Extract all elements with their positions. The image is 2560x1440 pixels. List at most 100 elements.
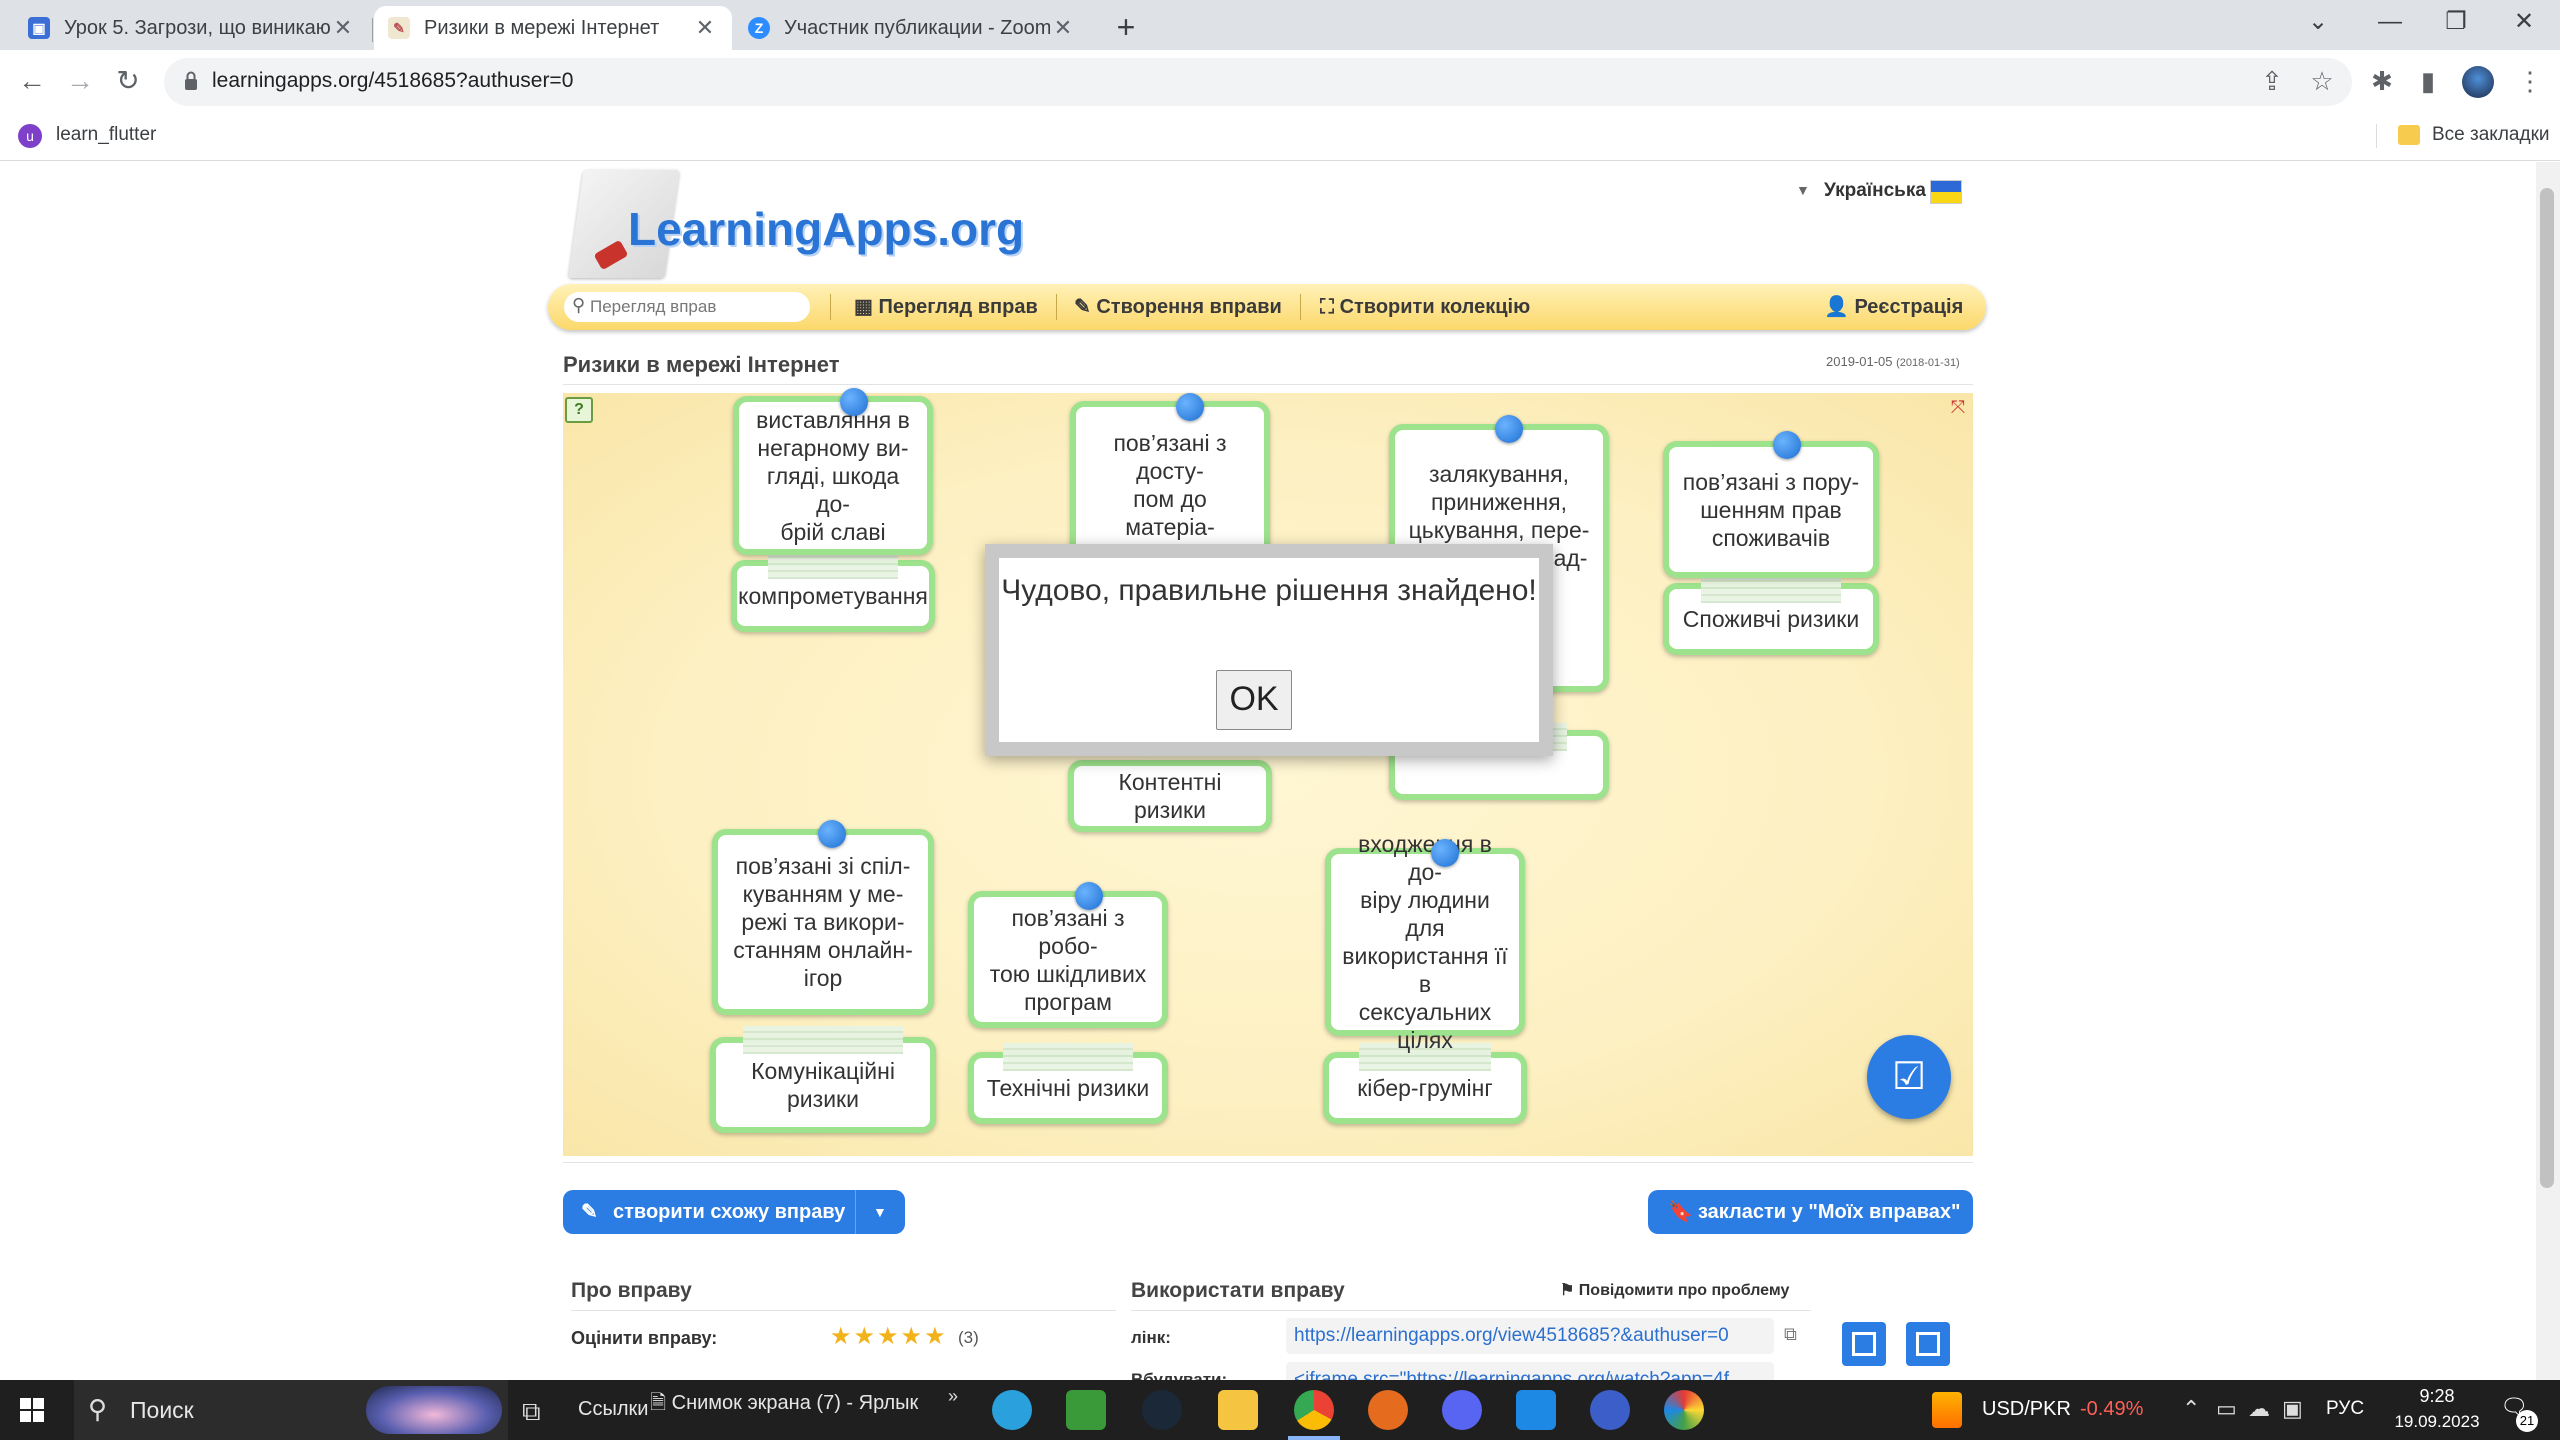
file-explorer-icon[interactable] bbox=[1218, 1390, 1258, 1430]
bookmark-exercise-button[interactable]: 🔖 закласти у "Моїх вправах" bbox=[1648, 1190, 1973, 1234]
site-logo[interactable]: LearningApps.org bbox=[628, 202, 1024, 256]
profile-avatar[interactable] bbox=[2462, 66, 2494, 98]
close-tab-icon[interactable]: ✕ bbox=[692, 15, 718, 41]
currency-pair[interactable]: USD/PKR bbox=[1982, 1398, 2071, 1421]
new-tab-button[interactable]: + bbox=[1108, 10, 1144, 46]
side-panel-icon[interactable]: ▮ bbox=[2412, 66, 2444, 98]
chevron-down-icon[interactable]: ▼ bbox=[873, 1190, 887, 1234]
description-card[interactable]: виставляння в негарному ви- гляді, шкода… bbox=[733, 396, 933, 555]
meet-now-icon[interactable]: ▭ bbox=[2216, 1396, 2237, 1422]
search-input[interactable]: ⚲ Перегляд вправ bbox=[564, 292, 810, 322]
edit-icon: ✎ bbox=[581, 1201, 598, 1223]
fullscreen-link-icon[interactable] bbox=[1906, 1322, 1950, 1366]
language-selector[interactable]: Українська bbox=[1824, 180, 1926, 202]
tray-chevron-icon[interactable]: ⌃ bbox=[2182, 1396, 2200, 1422]
nav-divider bbox=[1300, 294, 1301, 320]
address-bar[interactable]: learningapps.org/4518685?authuser=0 ⇪ ☆ bbox=[164, 58, 2352, 106]
close-tab-icon[interactable]: ✕ bbox=[330, 15, 356, 41]
input-language[interactable]: РУС bbox=[2326, 1398, 2364, 1420]
browser-toolbar: ← → ↻ learningapps.org/4518685?authuser=… bbox=[0, 50, 2560, 112]
close-window-icon[interactable]: ✕ bbox=[2492, 0, 2556, 44]
about-divider bbox=[571, 1310, 1116, 1311]
menu-icon[interactable]: ⋮ bbox=[2514, 66, 2546, 98]
site-nav: ⚲ Перегляд вправ ▦ Перегляд вправ ✎ Ство… bbox=[548, 284, 1986, 330]
card-description: пов’язані з пору- шенням прав споживачів bbox=[1682, 468, 1860, 551]
onedrive-icon[interactable]: ☁ bbox=[2248, 1396, 2270, 1422]
taskbar-window[interactable]: 🗎 Снимок экрана (7) - Ярлык bbox=[650, 1388, 918, 1422]
tab-learningapps[interactable]: ✎ Ризики в мережі Інтернет ✕ bbox=[374, 6, 732, 50]
tab-title: Урок 5. Загрози, що виникають bbox=[64, 16, 330, 39]
nav-browse[interactable]: ▦ Перегляд вправ bbox=[854, 284, 1038, 330]
qr-icon[interactable] bbox=[1842, 1322, 1886, 1366]
tab-search-icon[interactable]: ⌄ bbox=[2286, 0, 2350, 44]
all-bookmarks[interactable]: Все закладки bbox=[2432, 124, 2550, 146]
spreadsheet-icon[interactable] bbox=[1066, 1390, 1106, 1430]
extensions-icon[interactable]: ✱ bbox=[2366, 66, 2398, 98]
windows-start-icon[interactable] bbox=[20, 1398, 44, 1422]
description-card[interactable]: входження в до- віру людини для використ… bbox=[1325, 831, 1525, 1053]
language-dropdown-icon[interactable]: ▼ bbox=[1796, 182, 1810, 198]
bookmark-star-icon[interactable]: ☆ bbox=[2306, 66, 2338, 98]
android-studio-icon[interactable] bbox=[1590, 1390, 1630, 1430]
link-field[interactable]: https://learningapps.org/view4518685?&au… bbox=[1286, 1318, 1774, 1354]
tab-title: Ризики в мережі Інтернет bbox=[424, 16, 660, 39]
card-label: Комунікаційні ризики bbox=[751, 1058, 895, 1112]
link-label: лінк: bbox=[1131, 1328, 1171, 1347]
network-icon[interactable]: ▣ bbox=[2282, 1396, 2303, 1422]
discord-icon[interactable] bbox=[1442, 1390, 1482, 1430]
taskbar-links[interactable]: Ссылки bbox=[578, 1398, 648, 1421]
learningapps-favicon-icon: ✎ bbox=[388, 17, 410, 39]
search-highlight-image bbox=[366, 1386, 502, 1434]
description-card[interactable]: пов’язані зі спіл- куванням у ме- режі т… bbox=[712, 829, 934, 1015]
chrome-icon[interactable] bbox=[1294, 1390, 1334, 1430]
clock-time[interactable]: 9:28 bbox=[2402, 1386, 2472, 1407]
ok-button[interactable]: OK bbox=[1216, 670, 1292, 730]
copy-icon[interactable]: ⧉ bbox=[1784, 1324, 1797, 1345]
create-similar-button[interactable]: ✎ створити схожу вправу ▼ bbox=[563, 1190, 905, 1234]
description-card[interactable]: пов’язані з пору- шенням прав споживачів bbox=[1663, 441, 1879, 578]
nav-register[interactable]: 👤 Реєстрація bbox=[1824, 284, 1963, 330]
rate-label: Оцінити вправу: bbox=[571, 1328, 718, 1348]
overflow-icon[interactable]: » bbox=[948, 1386, 958, 1407]
back-icon[interactable]: ← bbox=[14, 64, 50, 100]
forward-icon[interactable]: → bbox=[62, 64, 98, 100]
fl-studio-icon[interactable] bbox=[1368, 1390, 1408, 1430]
bookmark-divider bbox=[2376, 124, 2377, 148]
check-solution-button[interactable]: ☑ bbox=[1867, 1035, 1951, 1119]
close-tab-icon[interactable]: ✕ bbox=[1050, 15, 1076, 41]
vscode-icon[interactable] bbox=[1516, 1390, 1556, 1430]
embed-field[interactable]: <iframe src="https://learningapps.org/wa… bbox=[1286, 1362, 1774, 1380]
card-label: компрометування bbox=[738, 583, 928, 609]
lock-icon bbox=[185, 71, 197, 90]
report-problem-link[interactable]: ⚑ Повідомити про проблему bbox=[1560, 1280, 1789, 1300]
folder-icon bbox=[2398, 125, 2420, 145]
help-icon[interactable]: ? bbox=[565, 397, 593, 423]
tab-zoom[interactable]: Z Участник публикации - Zoom ✕ bbox=[734, 6, 1090, 50]
rating-count: (3) bbox=[958, 1328, 979, 1347]
fullscreen-icon[interactable]: ⤧ bbox=[1947, 397, 1969, 417]
restore-icon[interactable]: ❐ bbox=[2424, 0, 2488, 44]
share-icon[interactable]: ⇪ bbox=[2256, 66, 2288, 98]
answer-card[interactable]: Контентні ризики bbox=[1068, 760, 1272, 832]
minimize-icon[interactable]: — bbox=[2358, 0, 2422, 44]
tape-strip bbox=[1003, 1043, 1133, 1071]
title-divider bbox=[563, 384, 1973, 385]
description-card[interactable]: пов’язані з досту- пом до матеріа- лів, … bbox=[1070, 401, 1270, 652]
active-app-indicator bbox=[1288, 1436, 1340, 1440]
steam-icon[interactable] bbox=[1142, 1390, 1182, 1430]
color-app-icon[interactable] bbox=[1664, 1390, 1704, 1430]
rating-stars[interactable]: ★★★★★ bbox=[830, 1322, 948, 1351]
nav-create[interactable]: ✎ Створення вправи bbox=[1074, 284, 1282, 330]
clock-date[interactable]: 19.09.2023 bbox=[2382, 1412, 2492, 1432]
bookmark-learn-flutter[interactable]: learn_flutter bbox=[56, 124, 156, 146]
telegram-icon[interactable] bbox=[992, 1390, 1032, 1430]
task-view-icon[interactable]: ⧉ bbox=[522, 1396, 541, 1428]
taskbar-search[interactable]: ⚲ Поиск bbox=[74, 1380, 508, 1440]
description-card[interactable]: пов’язані з робо- тою шкідливих програм bbox=[968, 891, 1168, 1028]
classroom-icon: ▣ bbox=[28, 17, 50, 39]
pencil-icon: ✎ bbox=[1074, 296, 1097, 318]
nav-collection[interactable]: ⛶ Створити колекцію bbox=[1320, 284, 1530, 330]
tab-lesson[interactable]: ▣ Урок 5. Загрози, що виникають ✕ bbox=[14, 6, 370, 50]
reload-icon[interactable]: ↻ bbox=[110, 64, 146, 100]
scrollbar-thumb[interactable] bbox=[2540, 188, 2554, 1188]
